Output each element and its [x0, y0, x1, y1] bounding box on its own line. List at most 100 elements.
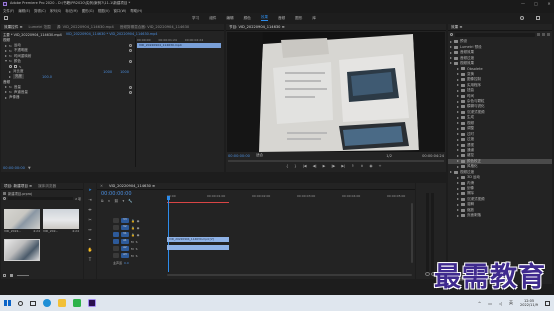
go-to-in-icon[interactable]: |◀ — [303, 164, 307, 168]
sequence-label[interactable]: VID_20220904_114630 * VID_20220904_11463… — [66, 32, 158, 36]
menu-edit[interactable]: 编辑(E) — [18, 8, 30, 13]
file-explorer-icon[interactable] — [57, 299, 66, 307]
expand-icon[interactable] — [457, 149, 459, 152]
eye-icon[interactable]: ◉ — [137, 226, 140, 230]
input-language[interactable]: 英 — [509, 300, 513, 306]
premiere-taskbar-icon[interactable] — [87, 299, 96, 307]
expand-icon[interactable] — [457, 203, 459, 206]
tab-lumetri-scopes[interactable]: Lumetri 范围 — [26, 25, 54, 30]
expand-icon[interactable] — [5, 44, 7, 47]
fx-divider[interactable] — [135, 37, 136, 167]
preserve-luminance-value[interactable]: 100.0 — [42, 75, 52, 79]
clip-label[interactable]: 主要 * VID_20220904_114630.mp4 — [3, 32, 62, 37]
expand-icon[interactable] — [457, 165, 459, 168]
tab-project[interactable]: 项目: 新建项目 ≡ — [1, 184, 35, 189]
start-icon[interactable] — [4, 299, 11, 307]
mute-icon[interactable]: M — [131, 240, 134, 244]
fx-row-panner[interactable]: 声像器 — [1, 95, 135, 100]
edge-icon[interactable] — [42, 299, 51, 307]
track-target[interactable]: V1 — [121, 232, 129, 237]
track-target[interactable]: V3 — [121, 218, 129, 223]
expand-icon[interactable] — [457, 89, 459, 92]
fit-dropdown[interactable]: 适合 — [256, 153, 263, 158]
add-button-icon[interactable]: + — [378, 164, 381, 168]
menu-graphics[interactable]: 图形(G) — [82, 8, 94, 13]
expand-icon[interactable] — [5, 86, 7, 89]
expand-icon[interactable] — [457, 84, 459, 87]
track-v1[interactable]: V1 🔒 ◉ — [111, 231, 167, 238]
expand-icon[interactable] — [5, 96, 7, 99]
track-target[interactable]: V2 — [121, 225, 129, 230]
linked-icon[interactable]: ⛓ — [114, 199, 118, 203]
ec-timecode[interactable]: 00:00:00:00 — [3, 166, 25, 170]
hand-tool-icon[interactable]: ✋ — [88, 247, 93, 252]
extract-icon[interactable]: ⇟ — [360, 164, 363, 168]
eye-icon[interactable]: ◉ — [137, 233, 140, 237]
reset-icon[interactable] — [129, 85, 132, 89]
menu-help[interactable]: 帮助(H) — [130, 8, 142, 13]
timeline-timecode[interactable]: 00:00:00:00 — [101, 191, 132, 197]
master-value[interactable]: 0.0 — [124, 261, 129, 265]
expand-icon[interactable] — [457, 154, 459, 157]
expand-icon[interactable] — [457, 100, 459, 103]
track-source[interactable] — [113, 232, 119, 237]
menu-view[interactable]: 视图(V) — [98, 8, 110, 13]
tab-source[interactable]: 源: VID_20220904_114630.mp4 — [54, 25, 117, 30]
expand-icon[interactable] — [457, 209, 459, 212]
video-clip-v1[interactable]: VID_20220904_114630.mp4 [V] — [167, 237, 229, 242]
mark-out-icon[interactable]: } — [294, 164, 296, 168]
workspace-assembly[interactable]: 组件 — [209, 16, 216, 21]
tab-effects[interactable]: 效果 ≡ — [448, 25, 465, 30]
workspace-libraries[interactable]: 库 — [312, 16, 316, 21]
timeline-close-icon[interactable]: ✕ — [97, 184, 106, 188]
wrench-icon[interactable]: 🔧 — [128, 199, 132, 203]
expand-icon[interactable] — [457, 116, 459, 119]
effects-tree-item[interactable]: 页面剥落 — [448, 213, 552, 218]
mute-icon[interactable]: M — [131, 247, 134, 251]
mark-in-icon[interactable]: { — [286, 164, 288, 168]
minimize-icon[interactable]: — — [518, 1, 528, 6]
workspace-editing[interactable]: 编辑 — [226, 16, 233, 21]
track-target[interactable]: A3 — [121, 253, 129, 258]
expand-icon[interactable] — [5, 49, 7, 52]
lock-icon[interactable]: 🔒 — [131, 233, 135, 237]
maximize-icon[interactable]: □ — [531, 1, 541, 6]
lock-icon[interactable]: 🔒 — [131, 219, 135, 223]
track-a1[interactable]: A1 M S — [111, 238, 167, 245]
mini-timeline-clip[interactable]: VID_20220904_114630.mp4 — [137, 43, 221, 48]
target-color-value-2[interactable]: 1000 — [120, 70, 129, 74]
expand-icon[interactable] — [9, 70, 11, 73]
audio-clip-a1[interactable] — [167, 245, 229, 250]
expand-icon[interactable] — [457, 95, 459, 98]
expand-icon[interactable] — [457, 160, 459, 163]
ripple-edit-tool-icon[interactable]: ⇹ — [88, 207, 91, 212]
track-target[interactable]: A2 — [121, 246, 129, 251]
mute-icon[interactable]: M — [131, 254, 134, 258]
solo-icon[interactable]: S — [136, 254, 138, 258]
target-color-value[interactable]: 1000 — [103, 70, 112, 74]
expand-icon[interactable] — [450, 46, 452, 49]
pen-tool-icon[interactable]: ✒ — [88, 237, 91, 242]
pen-icon[interactable]: ✎ — [19, 65, 22, 69]
expand-icon[interactable] — [457, 73, 459, 76]
menu-file[interactable]: 文件(F) — [3, 8, 14, 13]
track-a2[interactable]: A2 M S — [111, 245, 167, 252]
track-toggle[interactable] — [113, 225, 119, 230]
expand-icon[interactable] — [450, 171, 452, 174]
expand-icon[interactable] — [457, 176, 459, 179]
search-icon[interactable] — [520, 16, 524, 20]
menu-marker[interactable]: 标记(M) — [65, 8, 77, 13]
expand-icon[interactable] — [450, 51, 452, 54]
expand-icon[interactable] — [457, 127, 459, 130]
reset-icon[interactable] — [129, 90, 132, 94]
tray-chevron-icon[interactable]: ^ — [478, 301, 481, 306]
type-tool-icon[interactable]: T — [89, 257, 91, 262]
export-frame-icon[interactable]: ◉ — [369, 164, 372, 168]
timeline-scrollbar[interactable] — [167, 274, 412, 276]
tab-audio-clip-mixer[interactable]: 音频剪辑混合器: VID_20220904_114630 — [117, 25, 192, 30]
network-icon[interactable]: ▭ — [488, 301, 492, 306]
workspace-audio[interactable]: 音频 — [278, 16, 285, 21]
expand-icon[interactable] — [5, 55, 7, 58]
expand-icon[interactable] — [457, 198, 459, 201]
wechat-icon[interactable] — [72, 299, 81, 307]
